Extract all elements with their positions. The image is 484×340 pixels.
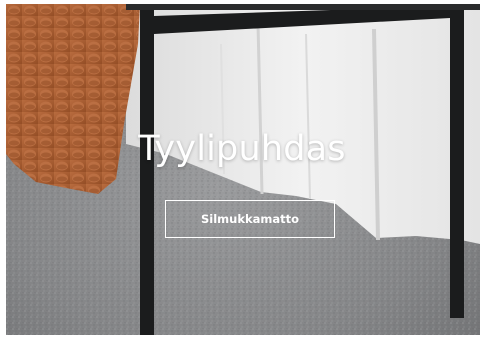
hero-banner: Tyylipuhdas Silmukkamatto [6, 4, 480, 335]
hero-background-image [6, 4, 480, 335]
hero-title: Tyylipuhdas [138, 129, 346, 169]
shop-button[interactable]: Silmukkamatto [165, 200, 335, 238]
